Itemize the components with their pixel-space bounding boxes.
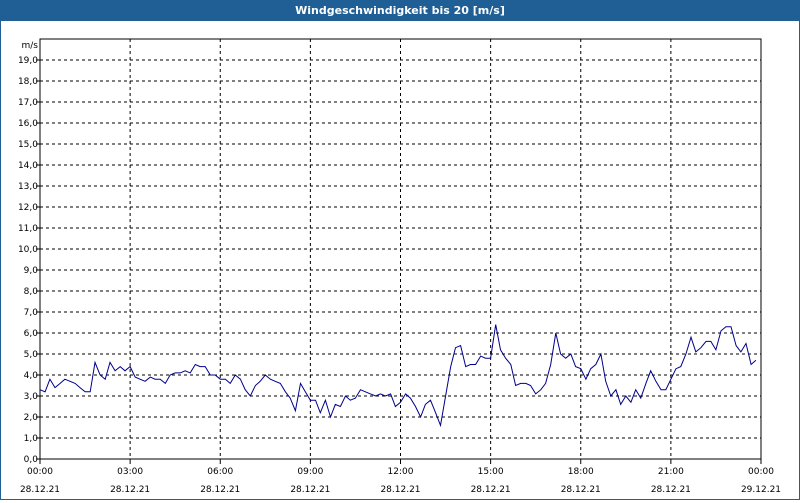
y-tick-label: 4,0 — [24, 371, 39, 381]
wind-speed-chart: m/s 0,0 1,0 2,0 3,0 4,0 5,0 6,0 7,0 8,0 9,0 10,0 11… — [18, 38, 781, 495]
x-tick-date-label: 28.12.21 — [20, 485, 60, 495]
y-axis-ticks: 0,0 1,0 2,0 3,0 4,0 5,0 6,0 7,0 8,0 9,0 10,0 11,0 12… — [18, 56, 40, 465]
y-axis-unit-label: m/s — [22, 41, 39, 51]
x-tick-date-label: 28.12.21 — [200, 485, 240, 495]
y-tick-label: 19,0 — [18, 56, 38, 66]
y-tick-label: 2,0 — [24, 413, 39, 423]
x-tick-time-label: 00:00 — [748, 467, 774, 477]
chart-title: Windgeschwindigkeit bis 20 [m/s] — [1, 1, 799, 21]
y-tick-label: 16,0 — [18, 119, 38, 129]
y-tick-label: 15,0 — [18, 140, 38, 150]
x-tick-time-label: 15:00 — [478, 467, 504, 477]
x-tick-date-label: 28.12.21 — [651, 485, 691, 495]
y-tick-label: 1,0 — [24, 434, 39, 444]
x-tick-date-label: 28.12.21 — [290, 485, 330, 495]
y-tick-label: 3,0 — [24, 392, 39, 402]
y-tick-label: 18,0 — [18, 77, 38, 87]
x-tick-date-label: 28.12.21 — [380, 485, 420, 495]
y-tick-label: 17,0 — [18, 98, 38, 108]
y-tick-label: 7,0 — [24, 308, 39, 318]
y-tick-label: 11,0 — [18, 224, 38, 234]
x-tick-date-label: 28.12.21 — [110, 485, 150, 495]
x-tick-date-label: 28.12.21 — [471, 485, 511, 495]
y-tick-label: 14,0 — [18, 161, 38, 171]
x-tick-time-label: 03:00 — [117, 467, 143, 477]
x-tick-date-label: 28.12.21 — [561, 485, 601, 495]
x-tick-time-label: 09:00 — [297, 467, 323, 477]
x-tick-time-label: 06:00 — [207, 467, 233, 477]
y-tick-label: 5,0 — [24, 350, 39, 360]
x-axis-ticks: 00:00 28.12.21 03:00 28.12.21 06:00 28.12.21 0… — [20, 459, 781, 495]
chart-window: Windgeschwindigkeit bis 20 [m/s] m/s 0,0… — [0, 0, 800, 500]
y-tick-label: 6,0 — [24, 329, 39, 339]
x-tick-time-label: 12:00 — [388, 467, 414, 477]
y-tick-label: 12,0 — [18, 203, 38, 213]
x-tick-time-label: 00:00 — [27, 467, 53, 477]
x-tick-time-label: 21:00 — [658, 467, 684, 477]
grid — [40, 39, 761, 459]
y-tick-label: 0,0 — [24, 455, 39, 465]
y-tick-label: 13,0 — [18, 182, 38, 192]
x-tick-time-label: 18:00 — [568, 467, 594, 477]
y-tick-label: 9,0 — [24, 266, 39, 276]
x-tick-date-label: 29.12.21 — [741, 485, 781, 495]
y-tick-label: 8,0 — [24, 287, 39, 297]
y-tick-label: 10,0 — [18, 245, 38, 255]
